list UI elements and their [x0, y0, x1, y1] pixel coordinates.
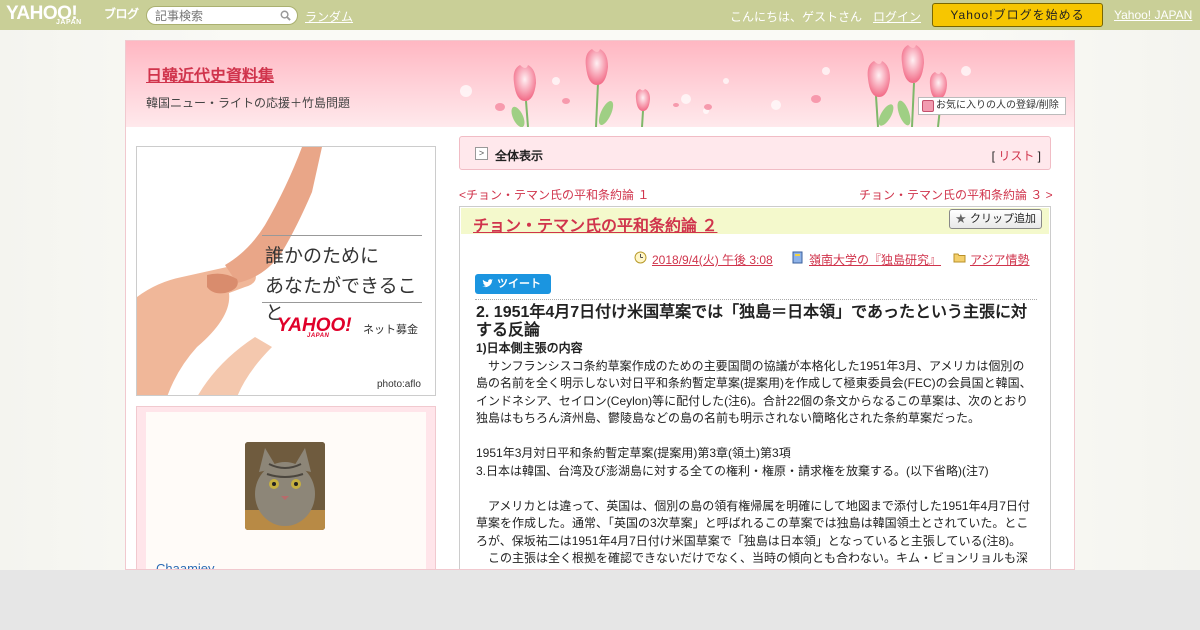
article-subheading: 1)日本側主張の内容 — [476, 341, 583, 355]
article-header: チョン・テマン氏の平和条約論 ２ ★ クリップ追加 — [461, 208, 1049, 236]
greeting-text: こんにちは、ゲストさん — [730, 10, 863, 24]
blog-container: 日韓近代史資料集 韓国ニュー・ライトの応援＋竹島問題 お気に入りの人の登録/削除… — [125, 40, 1075, 570]
ad-donation-label: ネット募金 — [363, 324, 418, 336]
clock-icon — [634, 251, 647, 264]
article-paragraph-3: この主張は全く根拠を確認できないだけでなく、当時の傾向とも合わない。キム・ビョン… — [476, 551, 1029, 565]
start-blog-button[interactable]: Yahoo!ブログを始める — [932, 3, 1103, 27]
clip-add-label: クリップ追加 — [970, 213, 1036, 225]
page-footer-area — [0, 570, 1200, 630]
yahoo-blog-logo[interactable]: YAHOO! JAPAN ブログ — [6, 3, 140, 27]
avatar[interactable] — [245, 442, 325, 530]
blog-header: 日韓近代史資料集 韓国ニュー・ライトの応援＋竹島問題 お気に入りの人の登録/削除 — [126, 41, 1074, 127]
article-title[interactable]: チョン・テマン氏の平和条約論 ２ — [473, 212, 717, 236]
profile-username[interactable]: Chaamiey — [156, 561, 215, 569]
article-paragraph-1: サンフランシスコ条約草案作成のための主要国間の協議が本格化した1951年3月、ア… — [476, 358, 1032, 426]
search-box — [146, 6, 298, 25]
star-icon: ★ — [955, 211, 967, 226]
blog-title[interactable]: 日韓近代史資料集 — [146, 62, 274, 86]
donation-ad-banner[interactable]: 誰かのために あなたができること YAHOO! JAPAN ネット募金 phot… — [136, 146, 436, 396]
article-heading: 2. 1951年4月7日付け米国草案では「独島＝日本領」であったという主張に対す… — [476, 304, 1028, 339]
blog-description: 韓国ニュー・ライトの応援＋竹島問題 — [146, 96, 351, 110]
ad-photo-credit: photo:aflo — [377, 379, 421, 390]
article-body: 2. 1951年4月7日付け米国草案では「独島＝日本領」であったという主張に対す… — [476, 304, 1036, 568]
article-divider — [475, 299, 1037, 300]
ad-line1: 誰かのために — [265, 245, 380, 267]
list-link-wrapper: [ リスト ] — [991, 149, 1041, 163]
login-link[interactable]: ログイン — [873, 8, 921, 25]
random-link[interactable]: ランダム — [305, 8, 353, 25]
arrow-icon: > — [475, 147, 488, 160]
article-date[interactable]: 2018/9/4(火) 午後 3:08 — [652, 251, 773, 268]
prev-article-link[interactable]: <チョン・テマン氏の平和条約論 １ — [459, 186, 649, 203]
bird-icon — [482, 279, 493, 288]
search-input[interactable] — [155, 7, 280, 24]
category-link-1[interactable]: 嶺南大学の『独島研究』 — [809, 251, 941, 268]
list-link[interactable]: リスト — [998, 149, 1034, 163]
heart-icon — [922, 100, 934, 112]
article-quote-1: 1951年3月対日平和条約暫定草案(提案用)第3章(領土)第3項 — [476, 446, 791, 460]
show-all-bar: > 全体表示 [ リスト ] — [459, 136, 1051, 170]
ad-yahoo-logo: YAHOO! JAPAN — [277, 315, 352, 339]
tweet-button[interactable]: ツイート — [475, 274, 551, 294]
tweet-label: ツイート — [497, 278, 541, 290]
article: チョン・テマン氏の平和条約論 ２ ★ クリップ追加 2018/9/4(火) 午後… — [459, 206, 1051, 569]
favorite-register-label: お気に入りの人の登録/削除 — [936, 100, 1059, 111]
profile-inner: Chaamiey — [146, 412, 426, 569]
clip-add-button[interactable]: ★ クリップ追加 — [949, 209, 1042, 229]
next-article-link[interactable]: チョン・テマン氏の平和条約論 ３ > — [859, 186, 1053, 203]
profile-panel: Chaamiey — [136, 406, 436, 569]
show-all-link[interactable]: 全体表示 — [495, 147, 543, 164]
yahoo-japan-link[interactable]: Yahoo! JAPAN — [1114, 8, 1192, 22]
article-paragraph-2: アメリカとは違って、英国は、個別の島の領有権帰属を明確にして地図まで添付した19… — [476, 498, 1030, 548]
logo-blog: ブログ — [104, 7, 139, 21]
logo-sub: JAPAN — [56, 19, 82, 26]
book-icon — [792, 251, 803, 264]
folder-icon — [953, 253, 966, 263]
ad-rule-top — [262, 235, 422, 236]
search-icon[interactable] — [280, 10, 291, 21]
category-link-2[interactable]: アジア情勢 — [970, 251, 1030, 268]
ad-rule-bottom — [262, 302, 422, 303]
top-bar: YAHOO! JAPAN ブログ ランダム こんにちは、ゲストさん ログイン Y… — [0, 0, 1200, 30]
favorite-register-button[interactable]: お気に入りの人の登録/削除 — [918, 97, 1066, 115]
article-quote-2: 3.日本は韓国、台湾及び澎湖島に対する全ての権利・権原・請求権を放棄する。(以下… — [476, 463, 989, 478]
ad-logo-sub: JAPAN — [307, 333, 330, 339]
